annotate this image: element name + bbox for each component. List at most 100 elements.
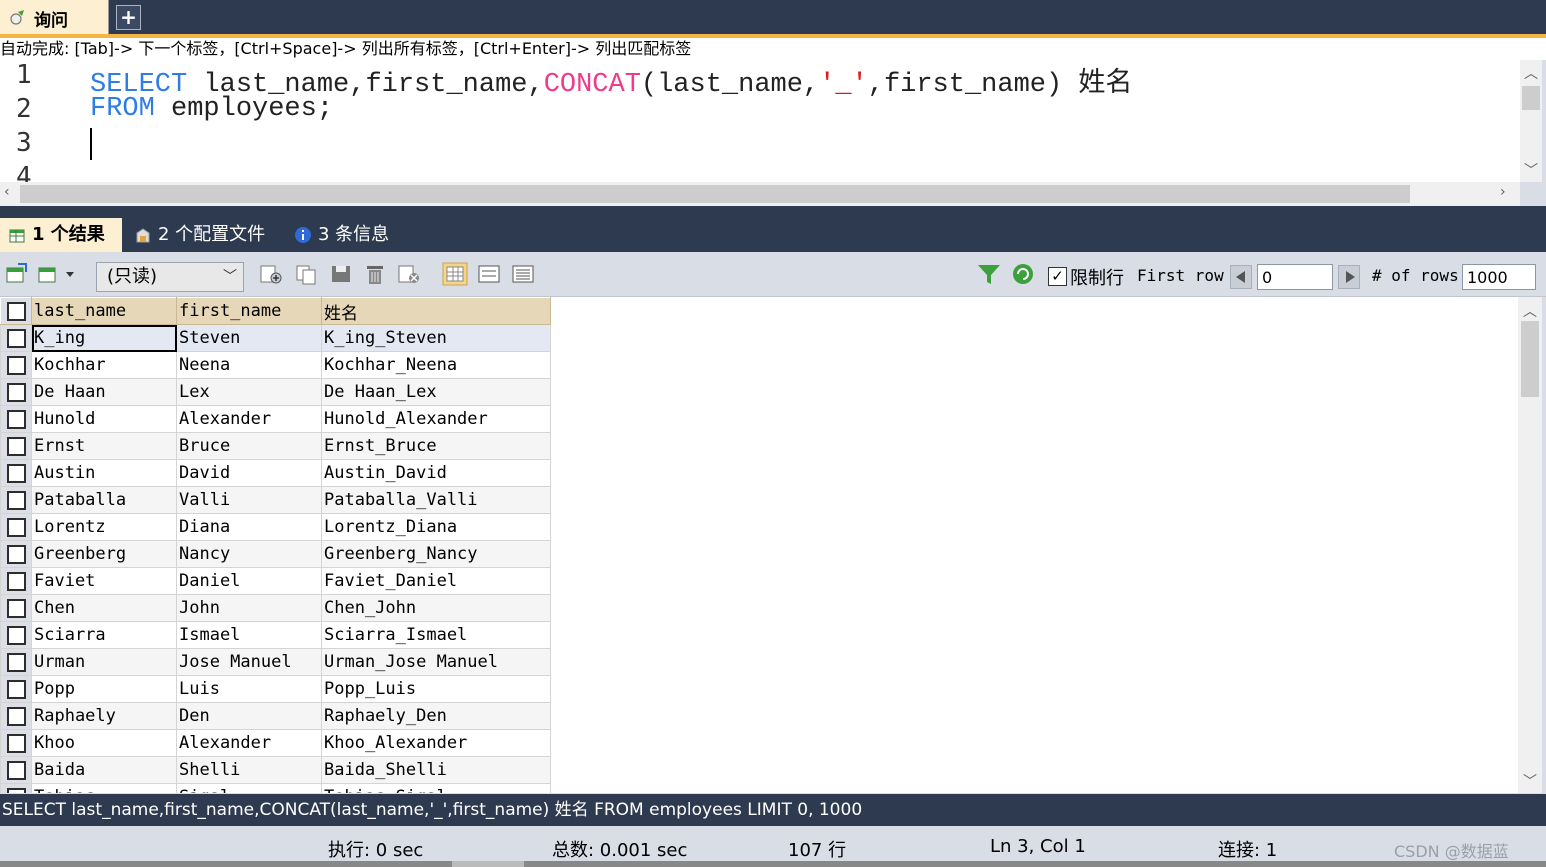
table-cell[interactable]: Ernst	[31, 432, 177, 460]
scrollbar-thumb[interactable]	[1521, 321, 1539, 397]
row-checkbox[interactable]	[0, 756, 32, 784]
tab-profiles[interactable]: 2 个配置文件	[126, 218, 282, 252]
table-row[interactable]: Greenberg Nancy Greenberg_Nancy	[0, 540, 551, 568]
tab-messages[interactable]: 3 条信息	[286, 218, 406, 252]
refresh-icon[interactable]	[1010, 262, 1036, 286]
add-row-icon[interactable]	[258, 262, 284, 286]
table-cell[interactable]: Khoo_Alexander	[321, 729, 551, 757]
table-row[interactable]: Lorentz Diana Lorentz_Diana	[0, 513, 551, 541]
table-cell[interactable]: Valli	[176, 486, 322, 514]
row-checkbox[interactable]	[0, 405, 32, 433]
table-cell[interactable]: Sigal	[176, 783, 322, 793]
row-checkbox[interactable]	[0, 729, 32, 757]
table-cell[interactable]: Nancy	[176, 540, 322, 568]
select-all-checkbox[interactable]	[0, 297, 32, 325]
table-row[interactable]: De Haan Lex De Haan_Lex	[0, 378, 551, 406]
table-cell[interactable]: Chen_John	[321, 594, 551, 622]
table-cell[interactable]: David	[176, 459, 322, 487]
save-icon[interactable]	[328, 262, 354, 286]
table-cell[interactable]: Chen	[31, 594, 177, 622]
table-row[interactable]: Ernst Bruce Ernst_Bruce	[0, 432, 551, 460]
table-row[interactable]: K_ing Steven K_ing_Steven	[0, 324, 551, 352]
table-cell[interactable]: Raphaely_Den	[321, 702, 551, 730]
row-checkbox[interactable]	[0, 324, 32, 352]
table-cell[interactable]: Tobias_Sigal	[321, 783, 551, 793]
table-cell[interactable]: Austin	[31, 459, 177, 487]
row-checkbox[interactable]	[0, 702, 32, 730]
table-cell[interactable]: Kochhar	[31, 351, 177, 379]
table-cell[interactable]: Pataballa_Valli	[321, 486, 551, 514]
form-view-icon[interactable]	[476, 262, 502, 286]
table-cell[interactable]: Pataballa	[31, 486, 177, 514]
table-row[interactable]: Kochhar Neena Kochhar_Neena	[0, 351, 551, 379]
add-tab-button[interactable]: +	[116, 5, 141, 30]
rows-count-input[interactable]: 1000	[1462, 264, 1536, 290]
table-cell[interactable]: Hunold	[31, 405, 177, 433]
table-cell[interactable]: Shelli	[176, 756, 322, 784]
table-row[interactable]: Khoo Alexander Khoo_Alexander	[0, 729, 551, 757]
table-cell[interactable]: Austin_David	[321, 459, 551, 487]
table-row[interactable]: Urman Jose Manuel Urman_Jose Manuel	[0, 648, 551, 676]
query-tab[interactable]: 询问	[0, 0, 109, 34]
table-row[interactable]: Raphaely Den Raphaely_Den	[0, 702, 551, 730]
text-view-icon[interactable]	[510, 262, 536, 286]
scroll-up-icon[interactable]: ︿	[1524, 63, 1538, 83]
splitter[interactable]	[0, 206, 1546, 218]
table-cell[interactable]: Bruce	[176, 432, 322, 460]
row-checkbox[interactable]	[0, 378, 32, 406]
table-cell[interactable]: Jose Manuel	[176, 648, 322, 676]
table-cell[interactable]: John	[176, 594, 322, 622]
row-checkbox[interactable]	[0, 783, 32, 793]
scroll-right-icon[interactable]: ›	[1500, 184, 1506, 200]
table-cell[interactable]: Popp_Luis	[321, 675, 551, 703]
scroll-down-icon[interactable]: ﹀	[1524, 160, 1538, 180]
bottom-scrollbar[interactable]	[0, 861, 1546, 867]
grid-vertical-scrollbar[interactable]: ︿ ﹀	[1518, 297, 1542, 793]
table-cell[interactable]: Ernst_Bruce	[321, 432, 551, 460]
table-row[interactable]: Faviet Daniel Faviet_Daniel	[0, 567, 551, 595]
discard-changes-icon[interactable]	[396, 262, 422, 286]
table-cell[interactable]: Khoo	[31, 729, 177, 757]
editor-vertical-scrollbar[interactable]: ︿ ﹀	[1520, 60, 1542, 182]
table-cell[interactable]: Hunold_Alexander	[321, 405, 551, 433]
column-header[interactable]: first_name	[176, 297, 322, 325]
tab-results[interactable]: 1 个结果	[0, 218, 122, 252]
table-cell[interactable]: Greenberg_Nancy	[321, 540, 551, 568]
table-cell[interactable]: K_ing_Steven	[321, 324, 551, 352]
row-checkbox[interactable]	[0, 648, 32, 676]
table-cell[interactable]: Alexander	[176, 405, 322, 433]
table-cell[interactable]: Greenberg	[31, 540, 177, 568]
result-mode-select[interactable]: (只读) ﹀	[96, 262, 244, 292]
next-page-button[interactable]	[1338, 265, 1360, 289]
table-cell[interactable]: Sciarra_Ismael	[321, 621, 551, 649]
table-row[interactable]: TobiasSigalTobias_Sigal	[0, 783, 551, 793]
table-row[interactable]: Sciarra Ismael Sciarra_Ismael	[0, 621, 551, 649]
table-cell[interactable]: Lorentz_Diana	[321, 513, 551, 541]
sql-editor[interactable]: 1 2 3 4 SELECT last_name,first_name,CONC…	[0, 60, 1520, 182]
table-cell[interactable]: Luis	[176, 675, 322, 703]
limit-rows-checkbox[interactable]: ✓	[1048, 267, 1067, 286]
scroll-down-icon[interactable]: ﹀	[1523, 771, 1537, 791]
scroll-left-icon[interactable]: ‹	[4, 184, 10, 200]
table-cell[interactable]: Ismael	[176, 621, 322, 649]
scrollbar-thumb[interactable]	[20, 185, 1410, 203]
delete-icon[interactable]	[362, 262, 388, 286]
table-cell[interactable]: Urman	[31, 648, 177, 676]
duplicate-row-icon[interactable]	[294, 262, 320, 286]
row-checkbox[interactable]	[0, 540, 32, 568]
table-cell[interactable]: De Haan	[31, 378, 177, 406]
row-checkbox[interactable]	[0, 567, 32, 595]
prev-page-button[interactable]	[1230, 265, 1252, 289]
table-row[interactable]: Hunold Alexander Hunold_Alexander	[0, 405, 551, 433]
first-row-input[interactable]: 0	[1257, 264, 1333, 290]
result-grid[interactable]: last_name first_name 姓名 K_ing Steven K_ing…	[0, 297, 1518, 793]
table-cell[interactable]: Faviet	[31, 567, 177, 595]
table-row[interactable]: Popp Luis Popp_Luis	[0, 675, 551, 703]
table-cell[interactable]: Lex	[176, 378, 322, 406]
scrollbar-thumb[interactable]	[452, 861, 524, 867]
table-cell[interactable]: Baida_Shelli	[321, 756, 551, 784]
table-cell[interactable]: Tobias	[31, 783, 177, 793]
row-checkbox[interactable]	[0, 513, 32, 541]
table-cell[interactable]: Popp	[31, 675, 177, 703]
row-checkbox[interactable]	[0, 432, 32, 460]
